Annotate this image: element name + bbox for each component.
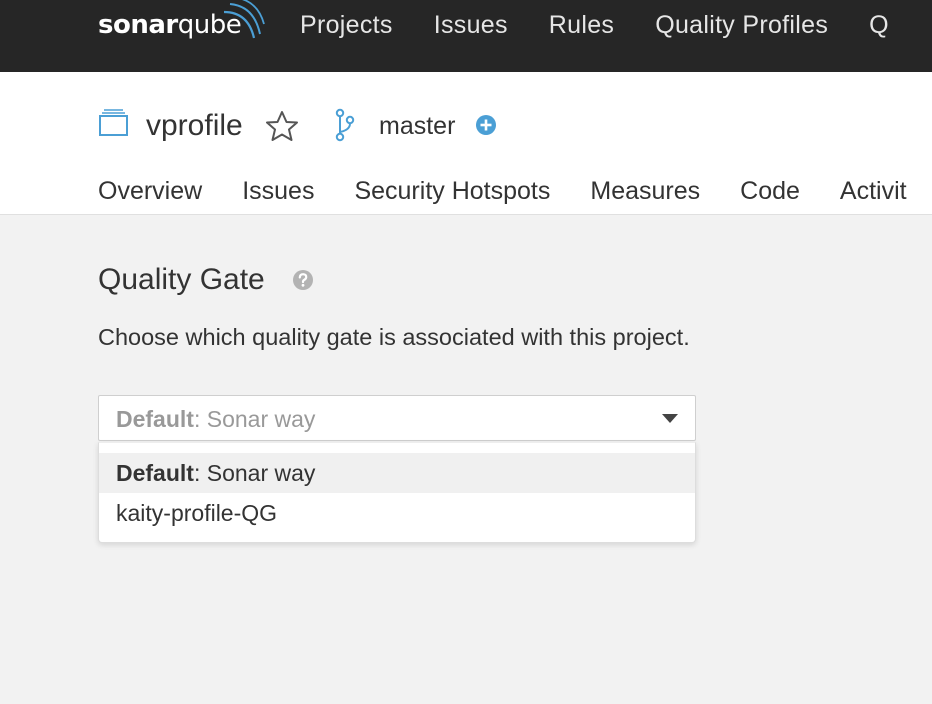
page-title: Quality Gate [98, 263, 265, 296]
page-description: Choose which quality gate is associated … [98, 324, 690, 350]
tab-activity[interactable]: Activit [840, 174, 907, 210]
star-icon[interactable] [265, 110, 299, 142]
help-icon[interactable] [292, 269, 314, 291]
quality-gate-menu: Default: Sonar way kaity-profile-QG [98, 442, 696, 543]
select-value-name: Sonar way [206, 406, 316, 432]
logo-text-bold: sonar [98, 10, 178, 40]
menu-option-name: Sonar way [206, 460, 316, 486]
project-header: vprofile master Overview Issues Security… [0, 72, 932, 215]
menu-option-prefix: Default [116, 460, 194, 486]
tab-code[interactable]: Code [740, 174, 800, 210]
menu-option-label: Default: Sonar way [116, 458, 315, 488]
project-tabs: Overview Issues Security Hotspots Measur… [98, 174, 932, 210]
top-nav: Projects Issues Rules Quality Profiles Q [300, 0, 930, 50]
tab-measures[interactable]: Measures [590, 174, 700, 210]
quality-gate-select[interactable]: Default: Sonar way [98, 395, 696, 441]
tab-issues[interactable]: Issues [242, 174, 314, 210]
top-navbar: sonarqube Projects Issues Rules Quality … [0, 0, 932, 72]
tab-overview[interactable]: Overview [98, 174, 202, 210]
select-value-prefix: Default [116, 406, 194, 432]
menu-option-sonar-way[interactable]: Default: Sonar way [99, 453, 695, 493]
menu-option-name: kaity-profile-QG [116, 500, 278, 526]
menu-option-kaity-profile-qg[interactable]: kaity-profile-QG [99, 493, 695, 533]
select-value: Default: Sonar way [116, 404, 315, 434]
menu-option-separator: : [193, 460, 207, 486]
project-icon [99, 109, 128, 136]
nav-projects[interactable]: Projects [300, 0, 393, 50]
nav-quality-gates[interactable]: Q [869, 0, 889, 50]
tab-security-hotspots[interactable]: Security Hotspots [354, 174, 550, 210]
logo-waves-icon [223, 0, 265, 39]
nav-quality-profiles[interactable]: Quality Profiles [655, 0, 828, 50]
nav-rules[interactable]: Rules [549, 0, 614, 50]
branch-name[interactable]: master [379, 110, 455, 142]
caret-down-icon[interactable] [662, 414, 678, 423]
branch-icon [335, 108, 355, 142]
nav-issues[interactable]: Issues [434, 0, 508, 50]
menu-option-label: kaity-profile-QG [116, 498, 277, 528]
project-name[interactable]: vprofile [146, 106, 243, 146]
plus-circle-icon[interactable] [475, 114, 497, 136]
select-value-separator: : [193, 406, 207, 432]
sonarqube-logo[interactable]: sonarqube [98, 0, 265, 42]
